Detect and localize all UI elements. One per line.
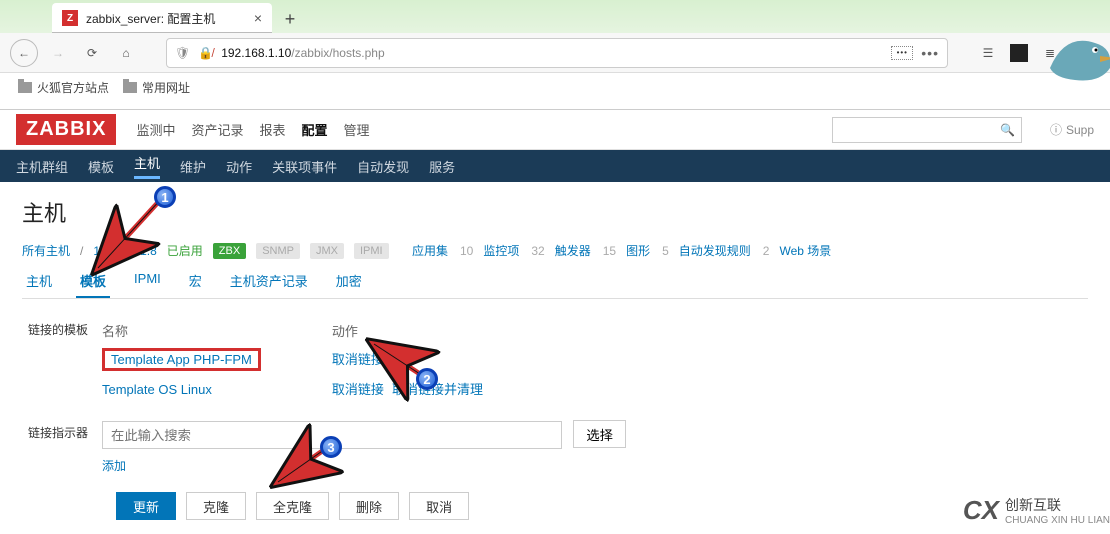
forward-button[interactable]: →: [44, 39, 72, 67]
subnav-hostgroups[interactable]: 主机群组: [16, 157, 68, 176]
subnav-maintenance[interactable]: 维护: [180, 157, 206, 176]
zabbix-body: 主机 所有主机 / 192.168.1.8 已启用 ZBX SNMP JMX I…: [0, 182, 1110, 534]
tab-inventory[interactable]: 主机资产记录: [226, 265, 312, 298]
zabbix-favicon: Z: [62, 10, 78, 26]
close-icon[interactable]: ×: [254, 10, 262, 26]
host-crumbs: 所有主机 / 192.168.1.8 已启用 ZBX SNMP JMX IPMI…: [22, 242, 1088, 259]
page-actions-icon[interactable]: •••: [921, 45, 939, 61]
chip-zbx: ZBX: [213, 243, 246, 259]
tab-bar: Z zabbix_server: 配置主机 × +: [0, 0, 1110, 33]
new-tab-button[interactable]: +: [276, 5, 304, 33]
tab-host[interactable]: 主机: [22, 265, 56, 298]
crumb-web[interactable]: Web 场景: [779, 242, 831, 259]
home-button[interactable]: ⌂: [112, 39, 140, 67]
bird-decoration: [1045, 28, 1110, 88]
template-phpfpm-link[interactable]: Template App PHP-FPM: [102, 348, 261, 371]
crumb-graphs[interactable]: 图形: [626, 242, 650, 259]
tab-macros[interactable]: 宏: [185, 265, 206, 298]
templates-form: 链接的模板 名称 动作 Template App PHP-FPM 取消链接 Te…: [22, 317, 1088, 520]
tab-encryption[interactable]: 加密: [332, 265, 366, 298]
subnav-hosts[interactable]: 主机: [134, 153, 160, 179]
folder-icon: [18, 82, 32, 93]
label-linked-templates: 链接的模板: [22, 317, 102, 338]
browser-tab[interactable]: Z zabbix_server: 配置主机 ×: [52, 3, 272, 33]
tab-ipmi[interactable]: IPMI: [130, 265, 165, 298]
nav-admin[interactable]: 管理: [344, 120, 370, 139]
nav-reports[interactable]: 报表: [259, 120, 285, 139]
label-link-indicator: 链接指示器: [22, 420, 102, 441]
col-name: 名称: [102, 317, 332, 344]
chip-jmx: JMX: [310, 243, 344, 259]
nav-inventory[interactable]: 资产记录: [191, 120, 243, 139]
crumb-discovery[interactable]: 自动发现规则: [679, 242, 751, 259]
clone-button[interactable]: 克隆: [186, 492, 246, 520]
search-input[interactable]: 🔍: [832, 117, 1022, 143]
update-button[interactable]: 更新: [116, 492, 176, 520]
subnav-actions[interactable]: 动作: [226, 157, 252, 176]
crumb-items[interactable]: 监控项: [483, 242, 519, 259]
host-tabs: 主机 模板 IPMI 宏 主机资产记录 加密: [22, 265, 1088, 299]
unlink-clear-link[interactable]: 取消链接并清理: [392, 382, 483, 397]
bookmark-item[interactable]: 火狐官方站点: [18, 79, 109, 96]
secondary-nav: 主机群组 模板 主机 维护 动作 关联项事件 自动发现 服务: [0, 150, 1110, 182]
shield-icon: 🛡: [175, 46, 190, 60]
annotation-bubble-3: 3: [320, 436, 342, 458]
cancel-button[interactable]: 取消: [409, 492, 469, 520]
zabbix-logo[interactable]: ZABBIX: [16, 114, 116, 145]
chip-ipmi: IPMI: [354, 243, 389, 259]
tab-templates[interactable]: 模板: [76, 265, 110, 298]
back-button[interactable]: ←: [10, 39, 38, 67]
unlink-link[interactable]: 取消链接: [332, 352, 384, 367]
reader-icon[interactable]: •••: [891, 46, 913, 60]
table-row: Template App PHP-FPM 取消链接: [102, 344, 562, 375]
zabbix-app: ZABBIX 监测中 资产记录 报表 配置 管理 🔍 ⓘ Supp 主机群组 模…: [0, 110, 1110, 534]
chip-snmp: SNMP: [256, 243, 300, 259]
crumb-triggers[interactable]: 触发器: [555, 242, 591, 259]
add-link[interactable]: 添加: [102, 457, 126, 474]
linked-templates-table: 名称 动作 Template App PHP-FPM 取消链接 Template…: [102, 317, 562, 402]
unlink-link[interactable]: 取消链接: [332, 382, 384, 397]
subnav-templates[interactable]: 模板: [88, 157, 114, 176]
status-enabled: 已启用: [167, 242, 203, 259]
browser-chrome: Z zabbix_server: 配置主机 × + ← → ⟳ ⌂ 🛡 🔒̸ 1…: [0, 0, 1110, 110]
extension-icon[interactable]: [1010, 44, 1028, 62]
crumb-host[interactable]: 192.168.1.8: [93, 244, 156, 258]
full-clone-button[interactable]: 全克隆: [256, 492, 329, 520]
select-button[interactable]: 选择: [573, 420, 626, 448]
watermark: CX 创新互联CHUANG XIN HU LIAN: [963, 495, 1110, 526]
address-bar: ← → ⟳ ⌂ 🛡 🔒̸ 192.168.1.10/zabbix/hosts.p…: [0, 33, 1110, 73]
reload-button[interactable]: ⟳: [78, 39, 106, 67]
crumb-applications[interactable]: 应用集: [412, 242, 448, 259]
subnav-correlation[interactable]: 关联项事件: [272, 157, 337, 176]
folder-icon: [123, 82, 137, 93]
url-bar[interactable]: 🛡 🔒̸ 192.168.1.10/zabbix/hosts.php ••• •…: [166, 38, 948, 68]
crumb-allhosts[interactable]: 所有主机: [22, 242, 70, 259]
url-text: 192.168.1.10/zabbix/hosts.php: [221, 46, 384, 60]
delete-button[interactable]: 删除: [339, 492, 399, 520]
insecure-icon: 🔒̸: [198, 46, 213, 60]
subnav-discovery[interactable]: 自动发现: [357, 157, 409, 176]
nav-configuration[interactable]: 配置: [302, 120, 328, 139]
annotation-bubble-2: 2: [416, 368, 438, 390]
page-title: 主机: [22, 196, 1088, 228]
bookmarks-bar: 火狐官方站点 常用网址: [0, 73, 1110, 101]
library-icon[interactable]: ☰: [974, 39, 1002, 67]
form-actions: 更新 克隆 全克隆 删除 取消: [116, 492, 1088, 520]
bookmark-item[interactable]: 常用网址: [123, 79, 190, 96]
primary-nav: 监测中 资产记录 报表 配置 管理: [136, 120, 369, 139]
template-oslinux-link[interactable]: Template OS Linux: [102, 382, 212, 397]
support-link[interactable]: ⓘ Supp: [1050, 121, 1094, 138]
subnav-services[interactable]: 服务: [429, 157, 455, 176]
zabbix-topbar: ZABBIX 监测中 资产记录 报表 配置 管理 🔍 ⓘ Supp: [0, 110, 1110, 150]
tab-title: zabbix_server: 配置主机: [86, 10, 246, 27]
annotation-bubble-1: 1: [154, 186, 176, 208]
col-action: 动作: [332, 317, 562, 344]
table-row: Template OS Linux 取消链接取消链接并清理: [102, 375, 562, 402]
nav-monitoring[interactable]: 监测中: [136, 120, 175, 139]
